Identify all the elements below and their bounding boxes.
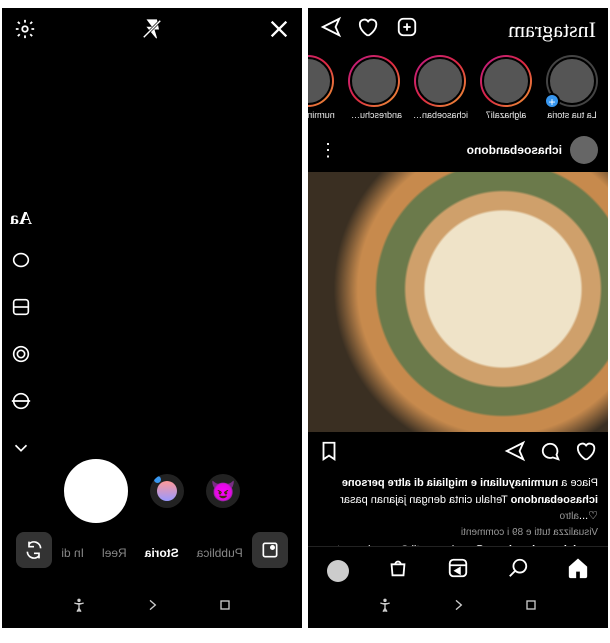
multicapture-icon[interactable] [10,343,32,370]
shutter-row: 😈 [2,459,302,523]
save-icon[interactable] [318,440,340,467]
close-icon[interactable] [268,18,290,45]
story-label: nurminayuli... [308,110,335,120]
post-meta: Piace a nurminayuliani e migliaia di alt… [308,475,608,540]
post-more-icon[interactable]: ⋮ [318,140,337,161]
flash-icon[interactable] [141,18,163,45]
activity-heart-icon[interactable] [358,16,380,43]
camera-top-bar [2,8,302,55]
shutter-button[interactable] [64,459,128,523]
likes-line[interactable]: Piace a nurminayuliani e migliaia di alt… [318,475,598,492]
feed-header: Instagram [308,8,608,51]
story-label: andreschuer... [346,110,402,120]
mode-pubblica[interactable]: Pubblica [197,546,243,560]
comment-icon[interactable] [540,440,562,467]
nav-shop-icon[interactable] [387,557,409,584]
stories-tray[interactable]: + La tua storia alghazali7 ichasoeband..… [308,51,608,128]
settings-icon[interactable] [14,18,36,45]
story-item[interactable]: nurminayuli... [308,55,336,120]
share-icon[interactable] [504,440,526,467]
nav-home-icon[interactable] [567,557,589,584]
android-nav-bar [308,597,608,618]
story-label: ichasoeband... [412,110,468,120]
filter-thumb-2[interactable] [150,474,184,508]
post-image[interactable] [308,172,608,432]
messenger-icon[interactable] [320,16,342,43]
filter-thumb-1[interactable]: 😈 [206,474,240,508]
story-item[interactable]: andreschuer... [346,55,402,120]
post-header: ichasoebandono ⋮ [308,128,608,172]
overview-icon[interactable] [523,597,539,618]
nav-profile-icon[interactable] [327,560,349,582]
story-your-story[interactable]: + La tua storia [544,55,600,120]
instagram-logo[interactable]: Instagram [508,17,596,43]
story-item[interactable]: ichasoeband... [412,55,468,120]
text-tool-icon[interactable]: Aa [10,208,32,229]
nav-search-icon[interactable] [507,557,529,584]
accessibility-icon[interactable] [71,597,87,618]
new-post-icon[interactable] [396,16,418,43]
story-item[interactable]: alghazali7 [478,55,534,120]
story-label: La tua storia [547,110,597,120]
camera-modes: Pubblica Storia Reel In di [2,546,302,560]
overview-icon[interactable] [217,597,233,618]
story-camera-screen: Aa 😈 Pubblica Storia Reel In di [2,8,302,628]
post-username[interactable]: ichasoebandono [467,143,562,157]
accessibility-icon[interactable] [377,597,393,618]
camera-side-tools: Aa [10,208,32,464]
back-icon[interactable] [144,597,160,618]
boomerang-icon[interactable] [10,249,32,276]
view-comments-link[interactable]: Visualizza tutti e 89 i commenti [318,525,598,540]
mode-reel[interactable]: Reel [102,546,127,560]
level-icon[interactable] [10,390,32,417]
layout-icon[interactable] [10,296,32,323]
mode-storia[interactable]: Storia [145,546,179,560]
nav-reels-icon[interactable] [447,557,469,584]
feed-screen: Instagram + La tua storia alghazali7 ich… [308,8,608,628]
like-icon[interactable] [576,440,598,467]
story-label: alghazali7 [486,110,527,120]
post-actions [308,432,608,475]
back-icon[interactable] [450,597,466,618]
post-avatar[interactable] [570,136,598,164]
bottom-nav [308,546,608,594]
mode-live[interactable]: In di [61,546,84,560]
android-nav-bar [2,597,302,618]
caption-line[interactable]: ichasoebandono Terlalu cinta dengan jaja… [318,492,598,525]
